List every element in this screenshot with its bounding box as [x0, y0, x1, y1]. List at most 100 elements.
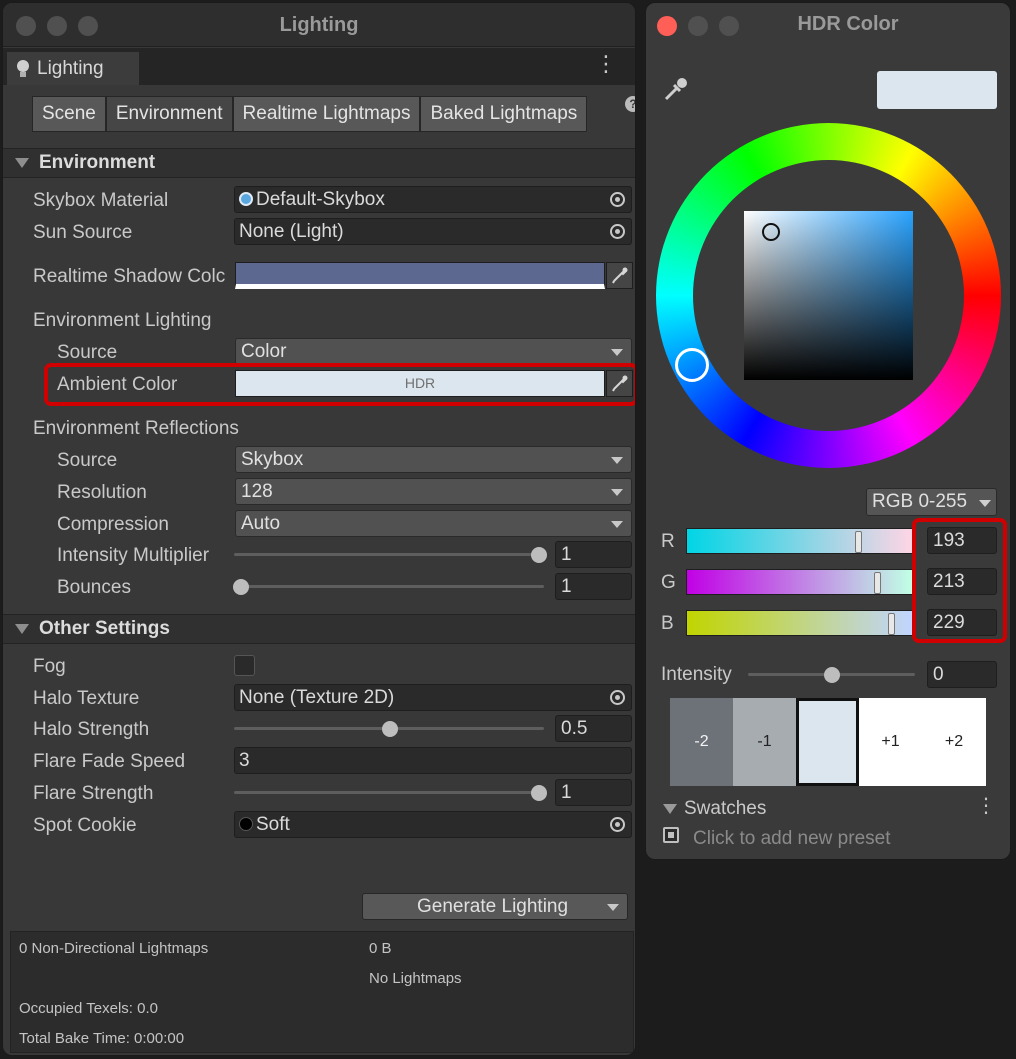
bounces-slider[interactable] [234, 585, 544, 588]
rgb-values-highlight [912, 518, 1007, 643]
exposure-minus-1-button[interactable]: -1 [733, 698, 796, 786]
eyedropper-button[interactable] [660, 73, 692, 110]
resolution-value: 128 [241, 481, 273, 502]
reflection-source-label: Source [57, 450, 118, 471]
lighting-toolbar: Scene Environment Realtime Lightmaps Bak… [32, 96, 588, 132]
spot-cookie-field[interactable]: Soft [234, 811, 632, 838]
help-icon[interactable]: ? [625, 96, 635, 112]
window-title: Lighting [279, 14, 359, 36]
resolution-dropdown[interactable]: 128 [235, 478, 632, 505]
sv-picker-handle[interactable] [762, 223, 780, 241]
object-picker-icon[interactable] [610, 690, 625, 705]
intensity-input[interactable]: 0 [927, 661, 997, 688]
chevron-down-icon[interactable] [607, 904, 619, 911]
slider-handle[interactable] [531, 547, 547, 563]
slider-handle[interactable] [855, 531, 862, 553]
lighting-window: Lighting Lighting ⋮ Scene Environment Re… [2, 2, 636, 1056]
flare-fade-speed-label: Flare Fade Speed [33, 751, 186, 772]
realtime-shadow-color-label: Realtime Shadow Colc [33, 266, 226, 287]
exposure-plus-2-button[interactable]: +2 [922, 698, 986, 786]
tab-baked-lightmaps[interactable]: Baked Lightmaps [420, 96, 588, 132]
fog-checkbox[interactable] [234, 655, 255, 676]
eyedropper-icon [612, 267, 628, 284]
swatches-foldout[interactable]: Swatches [663, 798, 766, 820]
color-wheel[interactable] [656, 123, 1001, 468]
object-picker-icon[interactable] [610, 192, 625, 207]
halo-strength-label: Halo Strength [33, 719, 150, 740]
blue-channel-slider[interactable] [686, 610, 913, 636]
foldout-arrow-icon [15, 158, 29, 168]
slider-handle[interactable] [824, 667, 840, 683]
chevron-down-icon [611, 521, 623, 528]
object-picker-icon[interactable] [610, 817, 625, 832]
fog-label: Fog [33, 656, 66, 677]
lighting-source-label: Source [57, 342, 118, 363]
skybox-material-field[interactable]: Default-Skybox [234, 186, 632, 213]
exposure-current-swatch[interactable] [796, 698, 859, 786]
color-mode-value: RGB 0-255 [872, 491, 968, 512]
intensity-multiplier-slider[interactable] [234, 553, 544, 556]
swatches-options-icon[interactable]: ⋮ [976, 793, 996, 818]
flare-strength-slider[interactable] [234, 791, 544, 794]
lighting-source-dropdown[interactable]: Color [235, 338, 632, 365]
object-picker-icon[interactable] [610, 224, 625, 239]
blue-channel-label: B [661, 613, 674, 634]
lighting-titlebar: Lighting [3, 3, 635, 47]
eyedropper-button[interactable] [606, 262, 633, 289]
section-title: Environment [39, 152, 156, 173]
slider-handle[interactable] [888, 613, 895, 635]
tab-realtime-lightmaps[interactable]: Realtime Lightmaps [232, 96, 421, 132]
bounces-input[interactable]: 1 [555, 573, 632, 600]
chevron-down-icon [611, 457, 623, 464]
spot-cookie-value: Soft [256, 814, 290, 835]
tab-strip: Lighting [3, 48, 635, 85]
add-preset-hint[interactable]: Click to add new preset [693, 828, 891, 850]
environment-section-header[interactable]: Environment [3, 148, 635, 178]
generate-lighting-button[interactable]: Generate Lighting [362, 893, 628, 920]
environment-lighting-label: Environment Lighting [33, 310, 212, 331]
intensity-multiplier-label: Intensity Multiplier [57, 545, 210, 566]
flare-strength-input[interactable]: 1 [555, 779, 632, 806]
bounces-label: Bounces [57, 577, 131, 598]
texture-icon [239, 817, 253, 831]
compression-dropdown[interactable]: Auto [235, 510, 632, 537]
flare-fade-speed-input[interactable]: 3 [234, 747, 632, 774]
swatch-library-icon[interactable] [663, 827, 679, 843]
section-title: Other Settings [39, 618, 170, 639]
compression-value: Auto [241, 513, 281, 534]
slider-handle[interactable] [233, 579, 249, 595]
tab-environment[interactable]: Environment [105, 96, 233, 132]
lighting-source-value: Color [241, 341, 287, 362]
halo-strength-input[interactable]: 0.5 [555, 715, 632, 742]
more-options-icon[interactable]: ⋮ [595, 53, 617, 75]
color-mode-dropdown[interactable]: RGB 0-255 [866, 488, 997, 516]
slider-handle[interactable] [874, 572, 881, 594]
hue-picker-handle[interactable] [675, 348, 709, 382]
intensity-multiplier-input[interactable]: 1 [555, 541, 632, 568]
chevron-down-icon [979, 500, 991, 507]
no-lightmaps-text: No Lightmaps [369, 970, 462, 987]
reflection-source-dropdown[interactable]: Skybox [235, 446, 632, 473]
resolution-label: Resolution [57, 482, 147, 503]
other-settings-section-header[interactable]: Other Settings [3, 614, 635, 644]
ambient-color-highlight [44, 363, 635, 406]
lightmap-size: 0 B [369, 940, 392, 957]
chevron-down-icon [611, 489, 623, 496]
green-channel-slider[interactable] [686, 569, 913, 595]
realtime-shadow-color-swatch[interactable] [235, 262, 605, 289]
slider-handle[interactable] [382, 721, 398, 737]
red-channel-slider[interactable] [686, 528, 913, 554]
slider-handle[interactable] [531, 785, 547, 801]
halo-texture-value: None (Texture 2D) [239, 687, 395, 708]
sun-source-field[interactable]: None (Light) [234, 218, 632, 245]
tab-scene[interactable]: Scene [32, 96, 106, 132]
red-channel-label: R [661, 531, 675, 552]
exposure-plus-1-button[interactable]: +1 [859, 698, 922, 786]
halo-texture-label: Halo Texture [33, 688, 140, 709]
tab-lighting[interactable]: Lighting [7, 52, 139, 85]
green-channel-label: G [661, 572, 676, 593]
exposure-minus-2-button[interactable]: -2 [670, 698, 733, 786]
color-preview-swatch [877, 71, 997, 109]
halo-texture-field[interactable]: None (Texture 2D) [234, 684, 632, 711]
skybox-material-value: Default-Skybox [256, 189, 385, 210]
